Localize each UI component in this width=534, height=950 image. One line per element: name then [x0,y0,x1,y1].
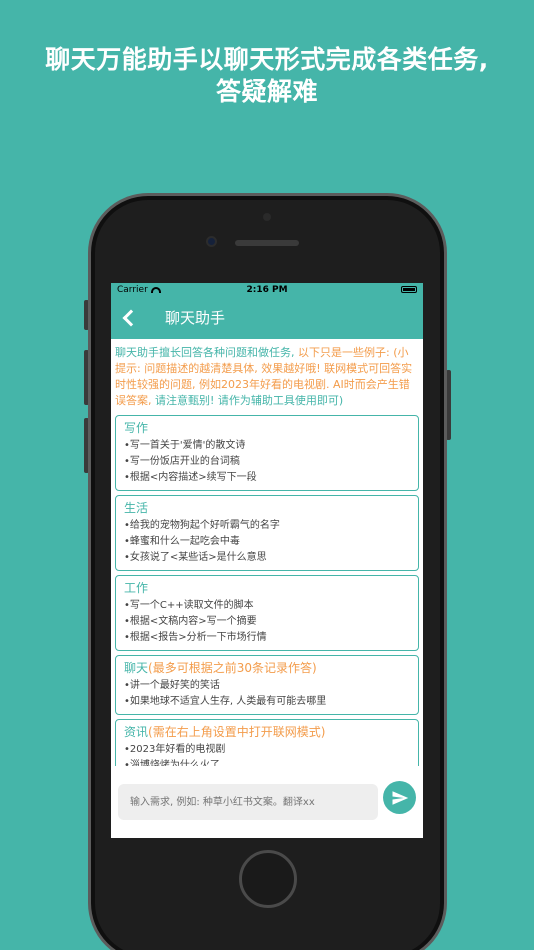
prompt-input[interactable] [118,784,378,820]
example-item[interactable]: •蜂蜜和什么一起吃会中毒 [124,534,410,550]
app-screen: Carrier 2:16 PM 聊天助手 聊天助手擅长回答各种问题和做任务, 以… [111,283,423,838]
card-life: 生活 •给我的宠物狗起个好听霸气的名字 •蜂蜜和什么一起吃会中毒 •女孩说了<某… [115,495,419,571]
card-title: 工作 [124,581,149,595]
headline-line-2: 答疑解难 [215,77,318,106]
card-title: 生活 [124,501,149,515]
intro-text: 聊天助手擅长回答各种问题和做任务, 以下只是一些例子: (小提示: 问题描述的越… [115,345,419,415]
card-title-note: (最多可根据之前30条记录作答) [148,661,317,675]
input-bar [111,766,423,838]
headline-line-1: 聊天万能助手以聊天形式完成各类任务, [45,45,489,74]
card-title-main: 聊天 [124,661,149,675]
example-item[interactable]: •根据<内容描述>续写下一段 [124,470,410,486]
card-chat: 聊天(最多可根据之前30条记录作答) •讲一个最好笑的笑话 •如果地球不适宜人生… [115,655,419,715]
page-title: 聊天助手 [165,309,226,327]
card-title: 聊天(最多可根据之前30条记录作答) [124,660,410,676]
earpiece-speaker [235,240,299,246]
example-item[interactable]: •写一份饭店开业的台词稿 [124,454,410,470]
example-item[interactable]: •写一个C++读取文件的脚本 [124,598,410,614]
intro-part-1: 聊天助手擅长回答各种问题和做任务, [115,346,298,359]
example-item[interactable]: •根据<文稿内容>写一个摘要 [124,614,410,630]
examples-list: 聊天助手擅长回答各种问题和做任务, 以下只是一些例子: (小提示: 问题描述的越… [111,339,423,795]
back-icon[interactable] [122,309,140,326]
status-time: 2:16 PM [246,284,288,295]
headline: 聊天万能助手以聊天形式完成各类任务, 答疑解难 [0,44,534,108]
example-item[interactable]: •根据<报告>分析一下市场行情 [124,630,410,646]
card-title: 资讯(需在右上角设置中打开联网模式) [124,724,410,740]
home-button[interactable] [239,850,297,908]
card-title-main: 资讯 [124,725,149,739]
nav-bar: 聊天助手 [111,296,423,339]
send-button[interactable] [383,781,416,814]
example-item[interactable]: •2023年好看的电视剧 [124,742,410,758]
send-icon [392,790,408,805]
card-work: 工作 •写一个C++读取文件的脚本 •根据<文稿内容>写一个摘要 •根据<报告>… [115,575,419,651]
battery-icon [401,286,417,293]
status-bar: Carrier 2:16 PM [111,283,423,296]
example-item[interactable]: •如果地球不适宜人生存, 人类最有可能去哪里 [124,694,410,710]
example-item[interactable]: •给我的宠物狗起个好听霸气的名字 [124,518,410,534]
front-camera [206,236,217,247]
proximity-sensor [263,213,271,221]
card-title: 写作 [124,421,149,435]
example-item[interactable]: •写一首关于'爱情'的散文诗 [124,438,410,454]
example-item[interactable]: •女孩说了<某些话>是什么意思 [124,550,410,566]
example-item[interactable]: •讲一个最好笑的笑话 [124,678,410,694]
card-title-note: (需在右上角设置中打开联网模式) [148,725,326,739]
intro-part-3: 请注意甄别! 请作为辅助工具使用即可) [155,394,344,407]
card-writing: 写作 •写一首关于'爱情'的散文诗 •写一份饭店开业的台词稿 •根据<内容描述>… [115,415,419,491]
